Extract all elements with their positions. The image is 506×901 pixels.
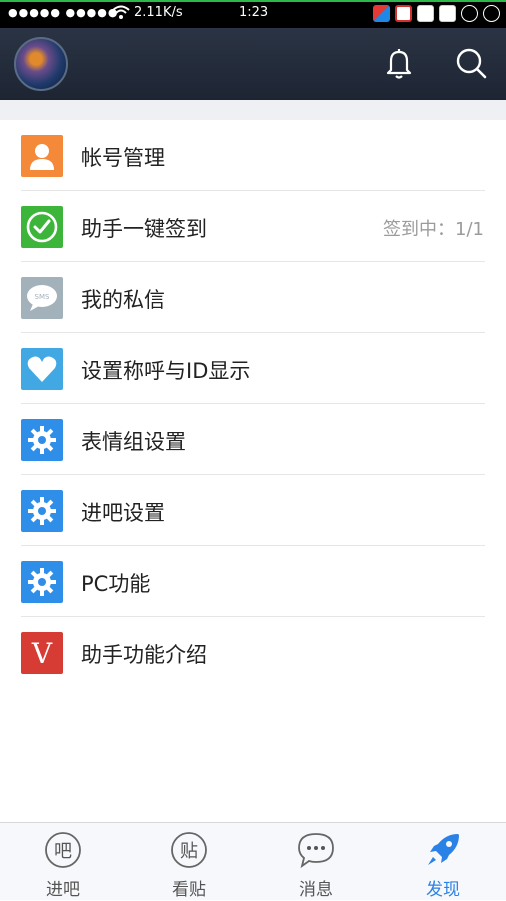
tab-glyph: 吧: [54, 841, 72, 862]
rocket-icon: [424, 831, 462, 869]
gear-icon: [21, 419, 63, 461]
check-icon: [21, 206, 63, 248]
bottom-tab-bar: 吧 进吧 贴 看贴 消息 发现: [0, 822, 506, 900]
checkin-status: 签到中：1/1: [383, 219, 484, 240]
menu-item-label: 帐号管理: [81, 146, 165, 170]
qq-icon: [439, 5, 456, 22]
signal-indicator: ●●●●● ●●●●●: [8, 6, 119, 19]
sms-glyph: SMS: [35, 293, 50, 301]
tab-discover[interactable]: 发现: [380, 823, 506, 901]
search-icon[interactable]: [454, 46, 488, 80]
alarm-icon: [483, 5, 500, 22]
tab-label: 进吧: [46, 880, 80, 900]
menu-item-jinba-settings[interactable]: 进吧设置: [0, 475, 506, 546]
top-nav: [0, 28, 506, 100]
v-logo-glyph: V: [31, 636, 53, 670]
bell-icon[interactable]: [382, 46, 416, 80]
sms-icon: SMS: [21, 277, 63, 319]
heart-icon: [21, 348, 63, 390]
tab-posts[interactable]: 贴 看贴: [126, 823, 252, 901]
menu-item-pc-features[interactable]: PC功能: [0, 546, 506, 617]
menu-item-private-message[interactable]: SMS 我的私信: [0, 262, 506, 333]
tab-label: 发现: [426, 880, 460, 900]
tab-label: 看贴: [172, 880, 206, 900]
gear-icon: [21, 490, 63, 532]
menu-item-label: 设置称呼与ID显示: [81, 359, 251, 383]
network-speed: 2.11K/s: [134, 5, 183, 20]
avatar[interactable]: [14, 37, 68, 91]
menu-item-checkin[interactable]: 助手一键签到 签到中：1/1: [0, 191, 506, 262]
menu-list: 帐号管理 助手一键签到 签到中：1/1 SMS 我的私信 设置称呼与ID显示 表…: [0, 120, 506, 688]
shield-icon: [373, 5, 390, 22]
tie-icon: 贴: [170, 831, 208, 869]
status-bar: ●●●●● ●●●●● 2.11K/s 1:23: [0, 0, 506, 28]
ba-icon: 吧: [44, 831, 82, 869]
person-icon: [21, 135, 63, 177]
menu-item-features-intro[interactable]: V 助手功能介绍: [0, 617, 506, 688]
menu-item-emoji-settings[interactable]: 表情组设置: [0, 404, 506, 475]
section-spacer: [0, 100, 506, 120]
menu-item-label: 我的私信: [81, 288, 165, 312]
menu-item-label: 助手一键签到: [81, 217, 207, 241]
vibrate-icon: [461, 5, 478, 22]
tab-glyph: 贴: [180, 841, 198, 862]
tab-jinba[interactable]: 吧 进吧: [0, 823, 126, 901]
chat-bubble-icon: [297, 831, 335, 869]
tab-messages[interactable]: 消息: [253, 823, 379, 901]
menu-item-account[interactable]: 帐号管理: [0, 120, 506, 191]
status-accent: [0, 0, 506, 2]
menu-item-label: PC功能: [81, 572, 151, 596]
wifi-icon: [112, 4, 130, 24]
menu-item-name-display[interactable]: 设置称呼与ID显示: [0, 333, 506, 404]
v-logo-icon: V: [21, 632, 63, 674]
app-icon: [417, 5, 434, 22]
menu-item-label: 助手功能介绍: [81, 643, 207, 667]
status-icons: [373, 5, 500, 22]
gear-icon: [21, 561, 63, 603]
menu-item-label: 表情组设置: [81, 430, 186, 454]
notification-icon: [395, 5, 412, 22]
tab-label: 消息: [299, 880, 333, 900]
menu-item-label: 进吧设置: [81, 501, 165, 525]
clock: 1:23: [239, 5, 269, 20]
